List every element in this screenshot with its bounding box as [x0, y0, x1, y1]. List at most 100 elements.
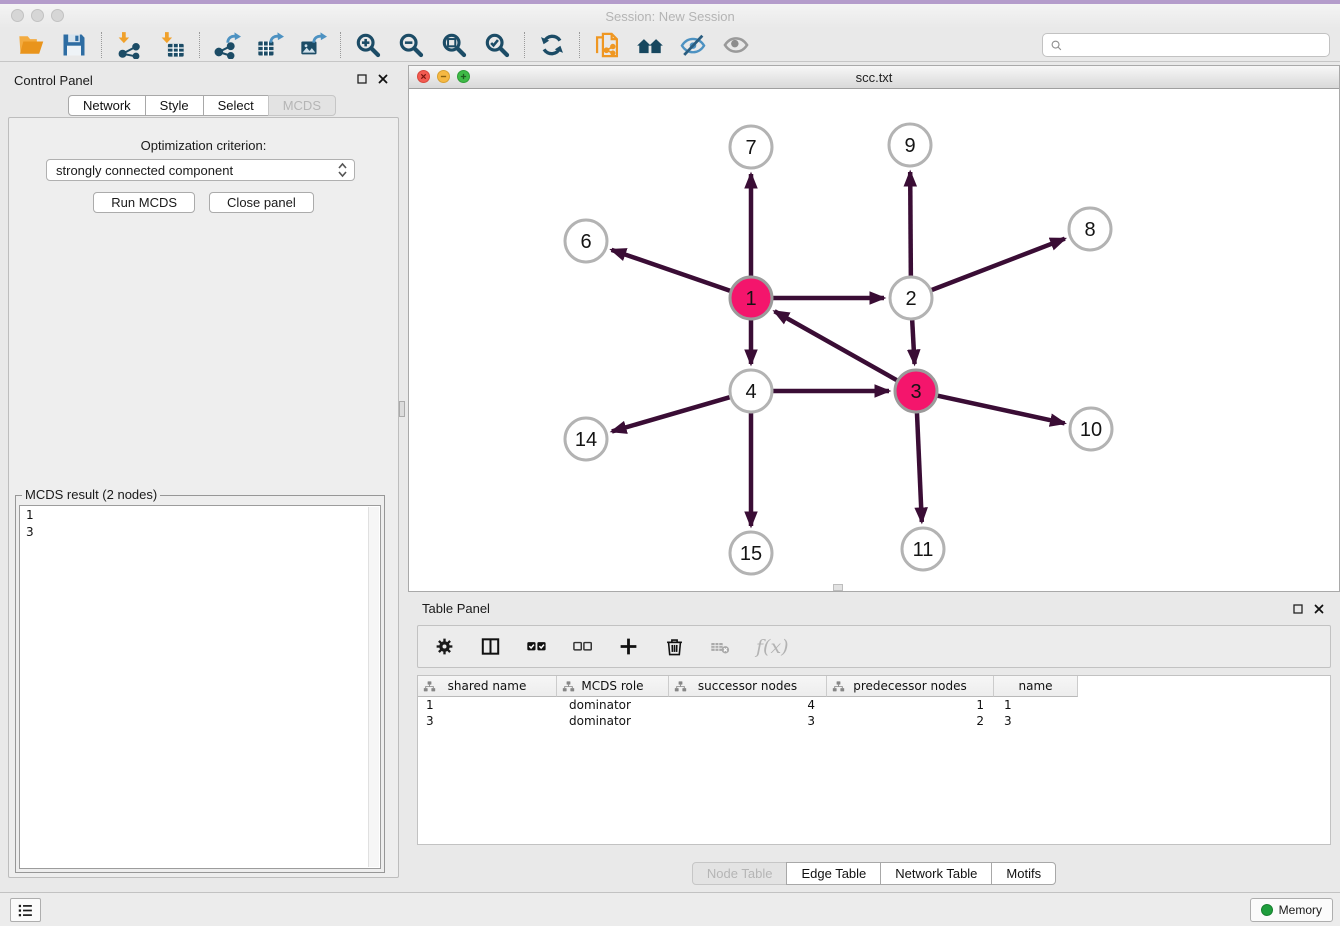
- tab-edge-table[interactable]: Edge Table: [786, 862, 881, 885]
- table-cell[interactable]: 1: [827, 697, 994, 713]
- column-header-name[interactable]: name: [994, 676, 1078, 697]
- edge-4-14[interactable]: [612, 396, 734, 431]
- table-panel-title: Table Panel: [422, 601, 490, 616]
- tab-network-table[interactable]: Network Table: [880, 862, 992, 885]
- search-box[interactable]: [1042, 33, 1330, 57]
- network-canvas[interactable]: 7 9 6 8 1 2 4 3 14 10 15 11: [409, 89, 1339, 591]
- tab-mcds[interactable]: MCDS: [268, 95, 336, 116]
- run-mcds-button[interactable]: Run MCDS: [93, 192, 195, 213]
- export-image-icon[interactable]: [299, 31, 327, 59]
- table-cell[interactable]: dominator: [557, 713, 669, 729]
- node-14[interactable]: 14: [565, 418, 607, 460]
- toolbar-group: [580, 31, 763, 59]
- memory-button[interactable]: Memory: [1250, 898, 1333, 922]
- column-header-shared-name[interactable]: shared name: [418, 676, 557, 697]
- tab-select[interactable]: Select: [203, 95, 269, 116]
- node-15[interactable]: 15: [730, 532, 772, 574]
- column-header-successor-nodes[interactable]: successor nodes: [669, 676, 827, 697]
- tab-motifs[interactable]: Motifs: [991, 862, 1056, 885]
- zoom-selected-icon[interactable]: [483, 31, 511, 59]
- edge-2-8[interactable]: [928, 239, 1065, 292]
- float-panel-icon[interactable]: [356, 73, 368, 85]
- select-all-columns-icon[interactable]: [526, 636, 547, 657]
- create-column-icon[interactable]: [618, 636, 639, 657]
- svg-text:6: 6: [580, 231, 591, 253]
- node-2[interactable]: 2: [890, 277, 932, 319]
- task-history-button[interactable]: [10, 898, 41, 922]
- window-title: Session: New Session: [0, 9, 1340, 24]
- table-cell[interactable]: 1: [994, 697, 1078, 713]
- edge-3-11[interactable]: [917, 409, 922, 522]
- search-input[interactable]: [1064, 35, 1329, 55]
- hide-selected-icon[interactable]: [679, 31, 707, 59]
- node-4[interactable]: 4: [730, 370, 772, 412]
- new-network-from-selection-icon[interactable]: [593, 31, 621, 59]
- table-mode-icon[interactable]: [434, 636, 455, 657]
- network-view-window: scc.txt 7 9 6 8 1 2 4 3 14 10 15 11: [408, 65, 1340, 592]
- node-1[interactable]: 1: [730, 277, 772, 319]
- table-cell[interactable]: 4: [669, 697, 827, 713]
- node-3[interactable]: 3: [895, 370, 937, 412]
- network-window-title: scc.txt: [409, 70, 1339, 85]
- zoom-fit-icon[interactable]: [440, 31, 468, 59]
- edge-3-10[interactable]: [934, 395, 1065, 423]
- table-cell[interactable]: 3: [669, 713, 827, 729]
- node-7[interactable]: 7: [730, 126, 772, 168]
- column-header-predecessor-nodes[interactable]: predecessor nodes: [827, 676, 994, 697]
- unselect-all-columns-icon[interactable]: [572, 636, 593, 657]
- float-table-panel-icon[interactable]: [1292, 603, 1304, 615]
- edge-3-1[interactable]: [775, 311, 901, 382]
- criterion-select[interactable]: strongly connected component: [46, 159, 355, 181]
- edge-1-6[interactable]: [612, 250, 734, 292]
- column-type-icon: [674, 680, 687, 693]
- close-panel-icon[interactable]: [377, 73, 389, 85]
- close-panel-button[interactable]: Close panel: [209, 192, 314, 213]
- show-all-icon[interactable]: [722, 31, 750, 59]
- node-table: shared name MCDS role successor nodes prede…: [417, 675, 1331, 845]
- export-table-icon[interactable]: [256, 31, 284, 59]
- svg-text:11: 11: [913, 539, 934, 561]
- table-cell[interactable]: 2: [827, 713, 994, 729]
- first-neighbors-icon[interactable]: [636, 31, 664, 59]
- delete-columns-icon[interactable]: [664, 636, 685, 657]
- column-header-label: successor nodes: [698, 679, 797, 693]
- node-6[interactable]: 6: [565, 220, 607, 262]
- edge-2-3[interactable]: [912, 316, 915, 364]
- table-cell[interactable]: dominator: [557, 697, 669, 713]
- node-9[interactable]: 9: [889, 124, 931, 166]
- refresh-icon[interactable]: [538, 31, 566, 59]
- column-header-mcds-role[interactable]: MCDS role: [557, 676, 669, 697]
- zoom-in-icon[interactable]: [354, 31, 382, 59]
- network-window-titlebar[interactable]: scc.txt: [409, 66, 1339, 89]
- edge-2-9[interactable]: [910, 172, 911, 280]
- memory-status-icon: [1261, 904, 1273, 916]
- export-network-icon[interactable]: [213, 31, 241, 59]
- table-cell[interactable]: 1: [418, 697, 557, 713]
- table-row[interactable]: 1dominator411: [418, 697, 1330, 713]
- network-graph: 7 9 6 8 1 2 4 3 14 10 15 11: [409, 89, 1339, 591]
- panel-splitter-handle[interactable]: [399, 401, 405, 417]
- node-11[interactable]: 11: [902, 528, 944, 570]
- node-8[interactable]: 8: [1069, 208, 1111, 250]
- tab-node-table[interactable]: Node Table: [692, 862, 788, 885]
- open-session-icon[interactable]: [17, 31, 45, 59]
- column-type-icon: [423, 680, 436, 693]
- table-cell[interactable]: 3: [418, 713, 557, 729]
- result-scrollbar[interactable]: [368, 507, 379, 867]
- horizontal-splitter-handle[interactable]: [833, 584, 843, 591]
- import-network-icon[interactable]: [115, 31, 143, 59]
- column-header-label: predecessor nodes: [853, 679, 966, 693]
- import-table-icon[interactable]: [158, 31, 186, 59]
- tab-network[interactable]: Network: [68, 95, 146, 116]
- column-header-label: MCDS role: [581, 679, 643, 693]
- mcds-result-area[interactable]: 1 3: [19, 505, 381, 869]
- toggle-column-display-icon[interactable]: [480, 636, 501, 657]
- node-10[interactable]: 10: [1070, 408, 1112, 450]
- zoom-out-icon[interactable]: [397, 31, 425, 59]
- save-session-icon[interactable]: [60, 31, 88, 59]
- table-cell[interactable]: 3: [994, 713, 1078, 729]
- svg-text:1: 1: [745, 288, 756, 310]
- table-row[interactable]: 3dominator323: [418, 713, 1330, 729]
- close-table-panel-icon[interactable]: [1313, 603, 1325, 615]
- tab-style[interactable]: Style: [145, 95, 204, 116]
